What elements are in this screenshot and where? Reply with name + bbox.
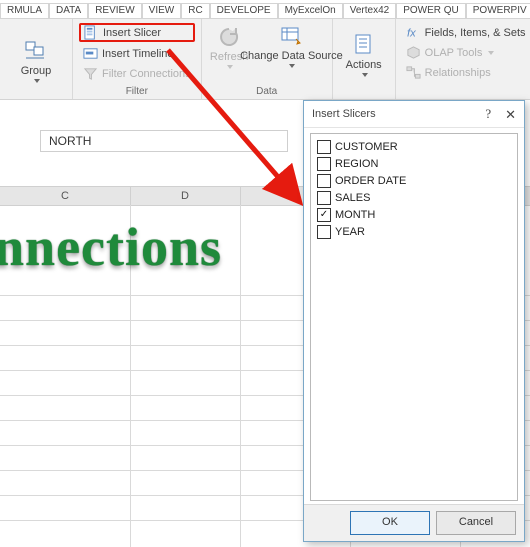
data-source-icon bbox=[279, 25, 303, 49]
field-month[interactable]: ✓MONTH bbox=[317, 208, 511, 222]
close-icon[interactable]: ✕ bbox=[505, 108, 516, 121]
checkbox-icon[interactable] bbox=[317, 191, 331, 205]
field-order-date[interactable]: ORDER DATE bbox=[317, 174, 511, 188]
active-cell-value[interactable]: NORTH bbox=[40, 130, 288, 152]
tab-view[interactable]: VIEW bbox=[142, 3, 182, 18]
chevron-down-icon bbox=[289, 64, 295, 68]
fields-items-sets-label: Fields, Items, & Sets bbox=[425, 27, 526, 39]
checkbox-icon[interactable] bbox=[317, 157, 331, 171]
refresh-button: Refresh bbox=[206, 19, 253, 70]
olap-tools-label: OLAP Tools bbox=[425, 47, 483, 59]
col-c-header[interactable]: C bbox=[0, 187, 131, 205]
cancel-button[interactable]: Cancel bbox=[436, 511, 516, 535]
fields-items-sets-button[interactable]: fx Fields, Items, & Sets bbox=[402, 24, 530, 41]
dialog-title: Insert Slicers bbox=[312, 108, 376, 120]
actions-label: Actions bbox=[346, 59, 382, 71]
group-icon bbox=[24, 39, 48, 63]
svg-text:fx: fx bbox=[407, 27, 416, 39]
refresh-icon bbox=[217, 25, 241, 49]
tab-myexcelon[interactable]: MyExcelOn bbox=[278, 3, 343, 18]
filter-connections-label: Filter Connections bbox=[102, 68, 191, 80]
help-icon[interactable]: ? bbox=[485, 106, 491, 122]
actions-icon bbox=[352, 33, 376, 57]
checkbox-icon[interactable] bbox=[317, 225, 331, 239]
checkbox-checked-icon[interactable]: ✓ bbox=[317, 208, 331, 222]
filter-section-label: Filter bbox=[79, 86, 195, 99]
change-data-source-label: Change Data Source bbox=[240, 51, 343, 62]
slicer-icon bbox=[84, 25, 99, 40]
tab-formulas[interactable]: RMULA bbox=[0, 3, 49, 18]
field-customer[interactable]: CUSTOMER bbox=[317, 140, 511, 154]
cube-icon bbox=[406, 45, 421, 60]
chevron-down-icon bbox=[488, 51, 494, 55]
olap-tools-button: OLAP Tools bbox=[402, 44, 530, 61]
tab-powerpivot[interactable]: POWERPIV bbox=[466, 3, 530, 18]
decorative-title-text: nnections bbox=[0, 216, 222, 278]
group-button[interactable]: Group bbox=[6, 33, 66, 84]
tab-review[interactable]: REVIEW bbox=[88, 3, 141, 18]
ok-button[interactable]: OK bbox=[350, 511, 430, 535]
field-region[interactable]: REGION bbox=[317, 157, 511, 171]
actions-button[interactable]: Actions bbox=[334, 27, 394, 78]
tab-rc[interactable]: RC bbox=[181, 3, 209, 18]
relationships-icon bbox=[406, 65, 421, 80]
insert-slicer-button[interactable]: Insert Slicer bbox=[79, 23, 195, 42]
insert-slicers-dialog: Insert Slicers ? ✕ CUSTOMER REGION ORDER… bbox=[303, 100, 525, 542]
formula-icon: fx bbox=[406, 25, 421, 40]
dialog-field-list: CUSTOMER REGION ORDER DATE SALES ✓MONTH … bbox=[310, 133, 518, 501]
change-data-source-button[interactable]: Change Data Source bbox=[255, 19, 327, 69]
insert-timeline-button[interactable]: Insert Timeline bbox=[79, 45, 195, 62]
col-d-header[interactable]: D bbox=[130, 187, 241, 205]
timeline-icon bbox=[83, 46, 98, 61]
chevron-down-icon bbox=[34, 79, 40, 83]
tab-powerquery[interactable]: POWER QU bbox=[396, 3, 466, 18]
group-section-label bbox=[6, 97, 66, 99]
ribbon: Group Insert Slicer Insert Timeline bbox=[0, 18, 530, 100]
filter-connections-button: Filter Connections bbox=[79, 65, 195, 82]
field-year[interactable]: YEAR bbox=[317, 225, 511, 239]
filter-icon bbox=[83, 66, 98, 81]
chevron-down-icon bbox=[362, 73, 368, 77]
group-label: Group bbox=[21, 65, 52, 77]
relationships-button: Relationships bbox=[402, 64, 530, 81]
checkbox-icon[interactable] bbox=[317, 174, 331, 188]
checkbox-icon[interactable] bbox=[317, 140, 331, 154]
tab-vertex42[interactable]: Vertex42 bbox=[343, 3, 396, 18]
data-section-label: Data bbox=[208, 86, 326, 99]
insert-timeline-label: Insert Timeline bbox=[102, 48, 174, 60]
ribbon-tabs: RMULA DATA REVIEW VIEW RC DEVELOPE MyExc… bbox=[0, 0, 530, 18]
chevron-down-icon bbox=[227, 65, 233, 69]
tab-developer[interactable]: DEVELOPE bbox=[210, 3, 278, 18]
relationships-label: Relationships bbox=[425, 67, 491, 79]
insert-slicer-label: Insert Slicer bbox=[103, 27, 161, 39]
field-sales[interactable]: SALES bbox=[317, 191, 511, 205]
tab-data[interactable]: DATA bbox=[49, 3, 88, 18]
